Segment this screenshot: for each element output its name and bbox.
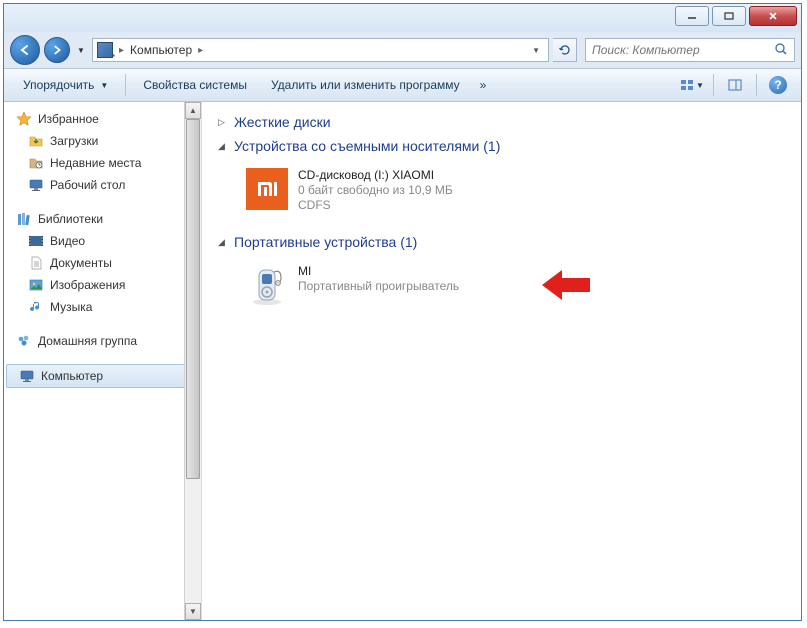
red-arrow-annotation xyxy=(542,268,592,305)
sidebar-item-desktop[interactable]: Рабочий стол xyxy=(4,174,201,196)
group-title: Портативные устройства (1) xyxy=(234,234,417,250)
uninstall-label: Удалить или изменить программу xyxy=(271,78,460,92)
group-header-portable[interactable]: ◢ Портативные устройства (1) xyxy=(218,230,785,254)
properties-label: Свойства системы xyxy=(143,78,247,92)
toolbar-separator xyxy=(713,74,714,96)
expand-arrow-icon: ▷ xyxy=(218,117,228,128)
history-dropdown[interactable]: ▼ xyxy=(74,40,88,60)
sidebar-label: Видео xyxy=(50,234,85,248)
organize-button[interactable]: Упорядочить ▼ xyxy=(12,73,119,97)
maximize-button[interactable] xyxy=(712,6,746,26)
sidebar-libraries-header[interactable]: Библиотеки xyxy=(4,208,201,230)
address-bar[interactable]: ▸ Компьютер ▸ ▼ xyxy=(92,38,549,62)
libraries-icon xyxy=(16,211,32,227)
music-icon xyxy=(28,299,44,315)
portable-player-icon xyxy=(246,264,288,306)
group-header-hdd[interactable]: ▷ Жесткие диски xyxy=(218,110,785,134)
documents-icon xyxy=(28,255,44,271)
device-name: CD-дисковод (I:) XIAOMI xyxy=(298,168,453,182)
navigation-bar: ▼ ▸ Компьютер ▸ ▼ xyxy=(4,32,801,68)
group-header-removable[interactable]: ◢ Устройства со съемными носителями (1) xyxy=(218,134,785,158)
sidebar-label: Документы xyxy=(50,256,112,270)
back-button[interactable] xyxy=(10,35,40,65)
device-name: MI xyxy=(298,264,459,278)
view-options-button[interactable]: ▼ xyxy=(677,72,707,98)
toolbar-overflow-button[interactable]: » xyxy=(473,73,494,97)
sidebar-label: Домашняя группа xyxy=(38,334,137,348)
help-icon: ? xyxy=(769,76,787,94)
sidebar-favorites-header[interactable]: Избранное xyxy=(4,108,201,130)
sidebar-item-music[interactable]: Музыка xyxy=(4,296,201,318)
navigation-sidebar: Избранное Загрузки Недавние места xyxy=(4,102,202,620)
search-input[interactable] xyxy=(592,43,774,57)
recent-icon xyxy=(28,155,44,171)
explorer-window: ▼ ▸ Компьютер ▸ ▼ Упорядочить ▼ Свойства… xyxy=(3,3,802,621)
sidebar-label: Библиотеки xyxy=(38,212,103,226)
chevron-down-icon: ▼ xyxy=(100,81,108,90)
forward-button[interactable] xyxy=(44,37,70,63)
collapse-arrow-icon: ◢ xyxy=(218,237,228,248)
sidebar-scrollbar[interactable]: ▲ ▼ xyxy=(184,102,201,620)
preview-pane-button[interactable] xyxy=(720,72,750,98)
computer-icon xyxy=(19,368,35,384)
video-icon xyxy=(28,233,44,249)
breadcrumb-separator-icon[interactable]: ▸ xyxy=(196,45,205,56)
device-item-mi[interactable]: MI Портативный проигрыватель xyxy=(242,260,785,310)
homegroup-icon xyxy=(16,333,32,349)
sidebar-label: Компьютер xyxy=(41,369,103,383)
sidebar-label: Недавние места xyxy=(50,156,141,170)
sidebar-item-computer[interactable]: Компьютер xyxy=(6,364,199,388)
favorites-icon xyxy=(16,111,32,127)
organize-label: Упорядочить xyxy=(23,78,94,92)
pictures-icon xyxy=(28,277,44,293)
sidebar-item-video[interactable]: Видео xyxy=(4,230,201,252)
device-filesystem: CDFS xyxy=(298,198,453,212)
close-button[interactable] xyxy=(749,6,797,26)
device-detail: 0 байт свободно из 10,9 МБ xyxy=(298,183,453,197)
titlebar xyxy=(4,4,801,32)
group-title: Устройства со съемными носителями (1) xyxy=(234,138,500,154)
sidebar-homegroup-header[interactable]: Домашняя группа xyxy=(4,330,201,352)
sidebar-label: Музыка xyxy=(50,300,92,314)
toolbar-separator xyxy=(756,74,757,96)
breadcrumb-separator-icon: ▸ xyxy=(117,45,126,56)
sidebar-label: Рабочий стол xyxy=(50,178,125,192)
sidebar-item-pictures[interactable]: Изображения xyxy=(4,274,201,296)
sidebar-label: Избранное xyxy=(38,112,99,126)
main-content: ▷ Жесткие диски ◢ Устройства со съемными… xyxy=(202,102,801,620)
scroll-down-button[interactable]: ▼ xyxy=(185,603,201,620)
scroll-thumb[interactable] xyxy=(186,119,200,479)
sidebar-label: Изображения xyxy=(50,278,125,292)
uninstall-program-button[interactable]: Удалить или изменить программу xyxy=(260,73,471,97)
desktop-icon xyxy=(28,177,44,193)
address-dropdown[interactable]: ▼ xyxy=(528,46,544,55)
chevron-down-icon: ▼ xyxy=(696,81,704,90)
sidebar-item-recent[interactable]: Недавние места xyxy=(4,152,201,174)
system-properties-button[interactable]: Свойства системы xyxy=(132,73,258,97)
help-button[interactable]: ? xyxy=(763,72,793,98)
device-item-cddrive[interactable]: CD-дисковод (I:) XIAOMI 0 байт свободно … xyxy=(242,164,785,216)
sidebar-label: Загрузки xyxy=(50,134,98,148)
minimize-button[interactable] xyxy=(675,6,709,26)
sidebar-item-documents[interactable]: Документы xyxy=(4,252,201,274)
downloads-icon xyxy=(28,133,44,149)
content-area: Избранное Загрузки Недавние места xyxy=(4,102,801,620)
xiaomi-logo-icon xyxy=(246,168,288,210)
breadcrumb-location[interactable]: Компьютер xyxy=(130,43,192,57)
device-detail: Портативный проигрыватель xyxy=(298,279,459,293)
scroll-up-button[interactable]: ▲ xyxy=(185,102,201,119)
collapse-arrow-icon: ◢ xyxy=(218,141,228,152)
computer-icon xyxy=(97,42,113,58)
search-box[interactable] xyxy=(585,38,795,62)
refresh-button[interactable] xyxy=(553,38,577,62)
toolbar-separator xyxy=(125,74,126,96)
sidebar-item-downloads[interactable]: Загрузки xyxy=(4,130,201,152)
search-icon[interactable] xyxy=(774,42,788,59)
toolbar: Упорядочить ▼ Свойства системы Удалить и… xyxy=(4,68,801,102)
group-title: Жесткие диски xyxy=(234,114,331,130)
